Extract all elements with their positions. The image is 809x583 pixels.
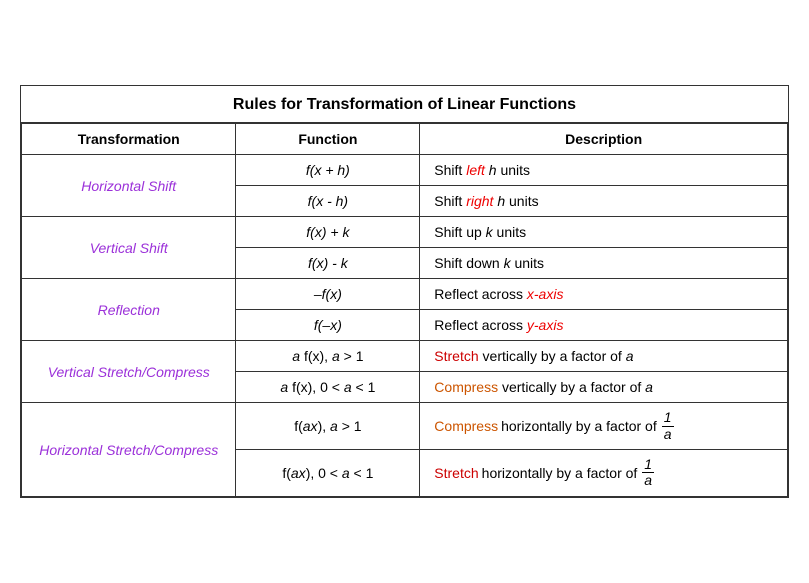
description-cell: Reflect across y-axis	[420, 310, 788, 341]
transform-label-vertical-stretch: Vertical Stretch/Compress	[22, 341, 236, 403]
function-cell: f(x) - k	[236, 248, 420, 279]
transform-label-horizontal-stretch: Horizontal Stretch/Compress	[22, 403, 236, 497]
description-cell: Compress horizontally by a factor of 1 a	[420, 403, 788, 450]
table-title: Rules for Transformation of Linear Funct…	[21, 86, 788, 123]
description-cell: Shift right h units	[420, 186, 788, 217]
table-row: Horizontal Shift f(x + h) Shift left h u…	[22, 155, 788, 186]
function-cell: f(ax), a > 1	[236, 403, 420, 450]
transform-label-horizontal-shift: Horizontal Shift	[22, 155, 236, 217]
description-cell: Compress vertically by a factor of a	[420, 372, 788, 403]
description-cell: Stretch horizontally by a factor of 1 a	[420, 450, 788, 497]
description-cell: Shift up k units	[420, 217, 788, 248]
function-cell: f(–x)	[236, 310, 420, 341]
function-cell: f(ax), 0 < a < 1	[236, 450, 420, 497]
transform-label-reflection: Reflection	[22, 279, 236, 341]
table-wrapper: Rules for Transformation of Linear Funct…	[20, 85, 789, 498]
header-description: Description	[420, 124, 788, 155]
description-cell: Shift down k units	[420, 248, 788, 279]
header-function: Function	[236, 124, 420, 155]
function-cell: –f(x)	[236, 279, 420, 310]
table-row: Horizontal Stretch/Compress f(ax), a > 1…	[22, 403, 788, 450]
transform-label-vertical-shift: Vertical Shift	[22, 217, 236, 279]
description-cell: Shift left h units	[420, 155, 788, 186]
function-cell: f(x + h)	[236, 155, 420, 186]
function-cell: f(x) + k	[236, 217, 420, 248]
function-cell: f(x - h)	[236, 186, 420, 217]
table-row: Vertical Shift f(x) + k Shift up k units	[22, 217, 788, 248]
function-cell: a f(x), a > 1	[236, 341, 420, 372]
table-row: Reflection –f(x) Reflect across x-axis	[22, 279, 788, 310]
main-table: Transformation Function Description Hori…	[21, 123, 788, 497]
header-row: Transformation Function Description	[22, 124, 788, 155]
description-cell: Reflect across x-axis	[420, 279, 788, 310]
table-row: Vertical Stretch/Compress a f(x), a > 1 …	[22, 341, 788, 372]
header-transformation: Transformation	[22, 124, 236, 155]
description-cell: Stretch vertically by a factor of a	[420, 341, 788, 372]
function-cell: a f(x), 0 < a < 1	[236, 372, 420, 403]
